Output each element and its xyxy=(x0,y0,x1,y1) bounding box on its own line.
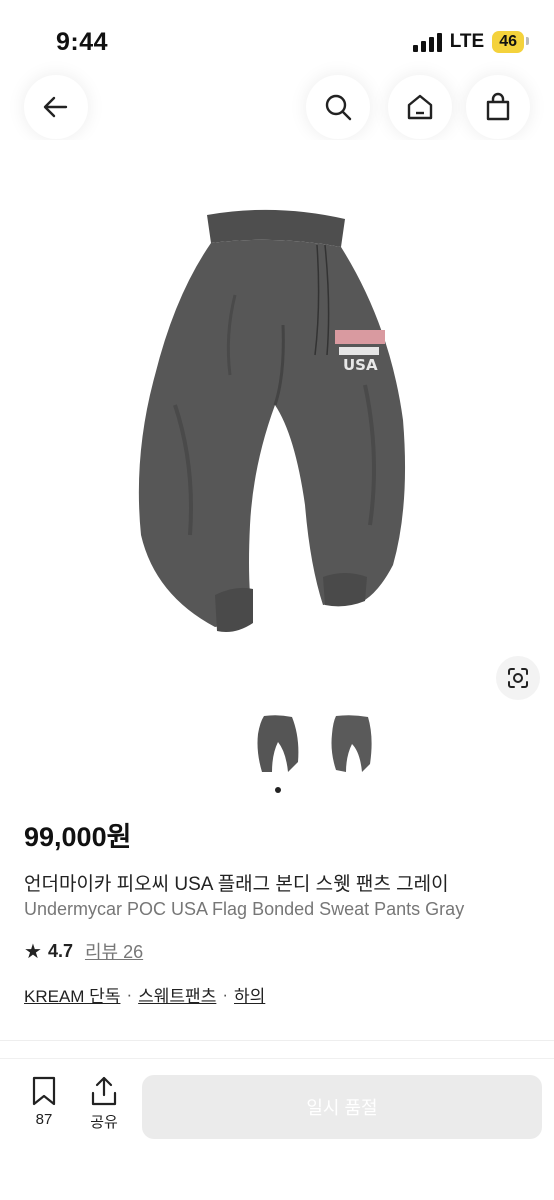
share-icon xyxy=(91,1076,117,1106)
arrow-left-icon xyxy=(43,96,68,118)
tag-kream-exclusive[interactable]: KREAM 단독 xyxy=(24,982,120,1007)
network-label: LTE xyxy=(449,31,485,52)
share-button[interactable]: 공유 xyxy=(84,1075,124,1132)
product-image: USA xyxy=(138,209,406,632)
product-rating: ★ 4.7 리뷰 26 xyxy=(24,938,143,964)
rating-score: 4.7 xyxy=(47,940,73,961)
reviews-link[interactable]: 리뷰 26 xyxy=(85,938,143,964)
search-button[interactable] xyxy=(306,75,370,139)
product-image-area[interactable]: USA xyxy=(0,140,554,710)
lens-icon xyxy=(508,668,528,688)
tag-sweatpants[interactable]: 스웨트팬츠 xyxy=(138,982,216,1007)
status-time: 9:44 xyxy=(56,28,109,56)
thumbnail-front[interactable] xyxy=(252,712,304,776)
gallery-indicator-dot xyxy=(275,787,281,793)
product-tags: KREAM 단독 · 스웨트팬츠 · 하의 xyxy=(24,982,265,1007)
divider xyxy=(0,1040,554,1041)
tag-separator: · xyxy=(222,984,229,1004)
image-search-button[interactable] xyxy=(496,656,540,700)
bookmark-icon xyxy=(32,1076,56,1106)
back-button[interactable] xyxy=(24,75,88,139)
status-indicators: LTE 46 xyxy=(412,31,529,53)
sold-out-button[interactable]: 일시 품절 xyxy=(142,1075,542,1139)
home-button[interactable] xyxy=(388,75,452,139)
tag-separator: · xyxy=(126,984,133,1004)
status-bar: 9:44 LTE 46 xyxy=(0,0,554,88)
wishlist-button[interactable]: 87 xyxy=(24,1075,64,1128)
product-price: 99,000원 xyxy=(24,822,132,852)
wishlist-count: 87 xyxy=(35,1111,53,1128)
thumbnail-strip xyxy=(0,712,554,782)
home-icon xyxy=(407,94,433,120)
share-label: 공유 xyxy=(90,1114,118,1131)
svg-text:USA: USA xyxy=(343,356,378,374)
star-icon: ★ xyxy=(24,940,42,963)
product-name-korean: 언더마이카 피오씨 USA 플래그 본디 스웻 팬츠 그레이 xyxy=(24,874,449,895)
tag-bottoms[interactable]: 하의 xyxy=(234,982,265,1007)
bottom-action-bar: 87 공유 일시 품절 xyxy=(0,1058,554,1200)
signal-icon xyxy=(412,32,442,52)
search-icon xyxy=(325,94,352,121)
product-name-english: Undermycar POC USA Flag Bonded Sweat Pan… xyxy=(24,899,465,919)
shopping-bag-icon xyxy=(486,92,510,121)
battery-icon: 46 xyxy=(492,31,529,53)
thumbnail-back[interactable] xyxy=(326,712,378,776)
cart-button[interactable] xyxy=(466,75,530,139)
